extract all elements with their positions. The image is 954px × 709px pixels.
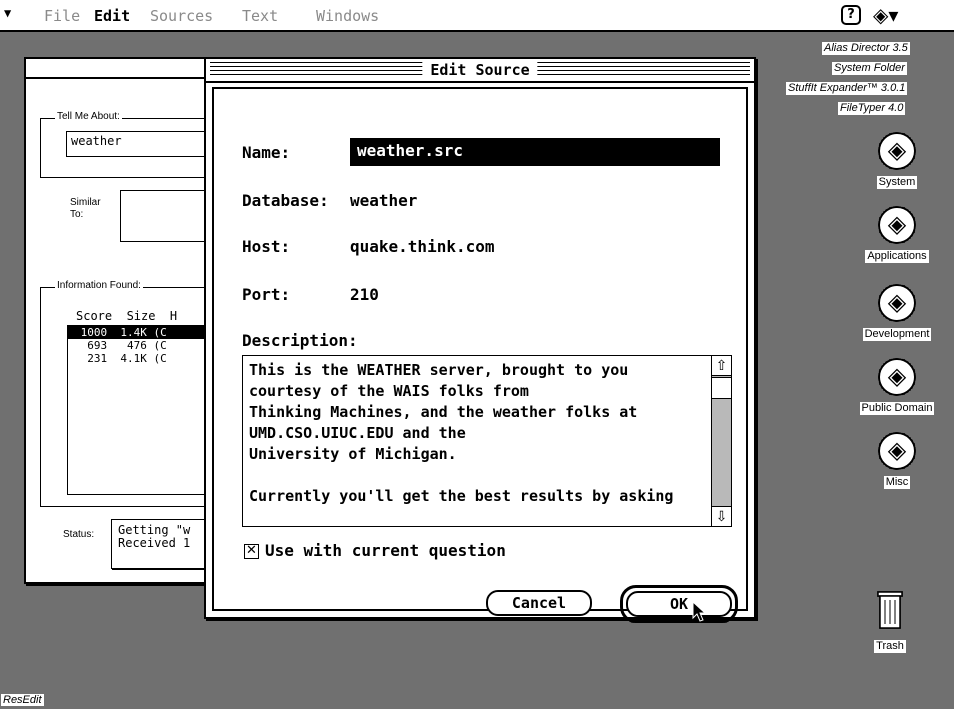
menu-bar: ▼ File Edit Sources Text Windows ? ◈▾ [0, 0, 954, 32]
information-found-label: Information Found: [55, 280, 143, 291]
server-icon: ◈ [878, 132, 916, 170]
edit-source-dialog: Edit Source Name: weather.src Database: … [204, 57, 756, 623]
scroll-down-arrow-icon[interactable]: ⇩ [712, 506, 731, 526]
desktop-label-system-folder[interactable]: System Folder [832, 62, 907, 75]
port-value: 210 [350, 285, 379, 304]
scroll-thumb[interactable] [712, 377, 731, 399]
description-label: Description: [242, 331, 358, 350]
window-titlebar[interactable] [26, 59, 230, 79]
server-icon: ◈ [878, 284, 916, 322]
folder-label: Development [862, 328, 932, 341]
database-label: Database: [242, 191, 329, 210]
tell-me-about-label: Tell Me About: [55, 111, 122, 122]
folder-misc[interactable]: ◈ Misc [852, 432, 942, 489]
trash[interactable]: Trash [864, 588, 916, 653]
cancel-button[interactable]: Cancel [486, 590, 592, 616]
status-label: Status: [63, 529, 95, 540]
desktop-label-filetyper[interactable]: FileTyper 4.0 [838, 102, 906, 115]
menu-edit[interactable]: Edit [94, 7, 130, 25]
desktop-label-alias-director[interactable]: Alias Director 3.5 [822, 42, 910, 55]
server-icon: ◈ [878, 432, 916, 470]
dialog-titlebar[interactable]: Edit Source [206, 59, 754, 83]
description-text[interactable]: This is the WEATHER server, brought to y… [249, 360, 709, 507]
folder-label: Applications [865, 250, 929, 263]
host-label: Host: [242, 237, 291, 256]
use-with-question-label[interactable]: Use with current question [265, 541, 506, 560]
folder-label: System [876, 176, 918, 189]
server-icon: ◈ [878, 358, 916, 396]
trash-can-icon [877, 591, 903, 629]
help-icon[interactable]: ? [841, 5, 861, 25]
menu-text[interactable]: Text [242, 7, 278, 25]
desktop-label-stuffit-expander[interactable]: StuffIt Expander™ 3.0.1 [786, 82, 908, 95]
wais-question-window: Tell Me About: weather Similar To: Infor… [24, 57, 232, 584]
results-column-headers: Score Size H [76, 309, 178, 323]
scroll-up-arrow-icon[interactable]: ⇧ [712, 356, 731, 376]
folder-applications[interactable]: ◈ Applications [852, 206, 942, 263]
server-icon: ◈ [878, 206, 916, 244]
menu-triangle-icon[interactable]: ▼ [4, 6, 11, 20]
description-scrollbar[interactable]: ⇧ ⇩ [711, 356, 731, 526]
folder-development[interactable]: ◈ Development [852, 284, 942, 341]
dialog-content: Name: weather.src Database: weather Host… [212, 87, 748, 623]
host-value: quake.think.com [350, 237, 495, 256]
name-label: Name: [242, 143, 291, 162]
name-input[interactable]: weather.src [350, 138, 720, 166]
folder-public-domain[interactable]: ◈ Public Domain [852, 358, 942, 415]
ok-button[interactable]: OK [626, 591, 732, 617]
database-value: weather [350, 191, 418, 210]
dialog-title: Edit Source [422, 61, 538, 79]
mouse-pointer-icon [692, 601, 707, 622]
port-label: Port: [242, 285, 291, 304]
description-textbox[interactable]: This is the WEATHER server, brought to y… [242, 355, 732, 527]
desktop-label-resedit[interactable]: ResEdit [1, 694, 44, 706]
folder-label: Misc [883, 476, 911, 489]
similar-to-label: Similar To: [70, 197, 101, 220]
use-with-question-checkbox[interactable]: ✕ [244, 544, 259, 559]
folder-label: Public Domain [859, 402, 935, 415]
menu-file[interactable]: File [44, 7, 80, 25]
folder-system[interactable]: ◈ System [852, 132, 942, 189]
app-switcher-icon[interactable]: ◈▾ [873, 3, 898, 27]
trash-label: Trash [874, 640, 906, 653]
menu-windows[interactable]: Windows [316, 7, 379, 25]
menu-sources[interactable]: Sources [150, 7, 213, 25]
